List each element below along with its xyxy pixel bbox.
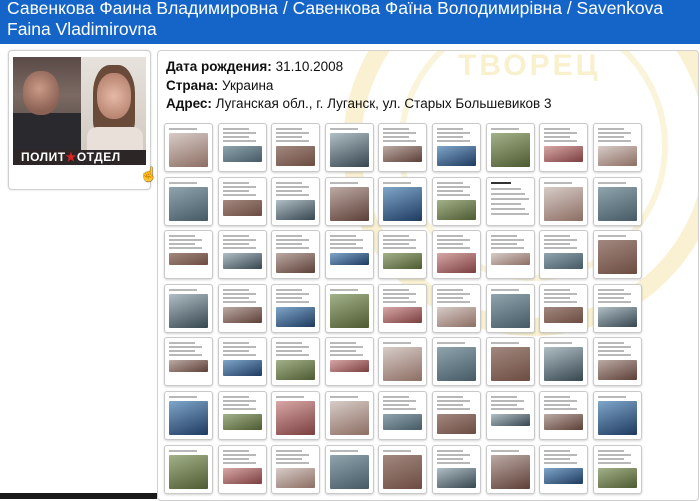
evidence-thumbnail[interactable] bbox=[164, 337, 213, 387]
birth-date-value: 31.10.2008 bbox=[275, 59, 344, 74]
photo-banner: ПОЛИТ★ОТДЕЛ bbox=[13, 150, 146, 165]
evidence-thumbnail[interactable] bbox=[164, 283, 213, 333]
evidence-thumbnail[interactable] bbox=[324, 123, 374, 172]
evidence-thumbnail[interactable] bbox=[271, 283, 321, 333]
evidence-thumbnail[interactable] bbox=[592, 283, 642, 333]
evidence-thumbnail[interactable] bbox=[271, 230, 321, 280]
address-label: Адрес: bbox=[166, 96, 212, 111]
evidence-thumbnail[interactable] bbox=[539, 176, 589, 226]
evidence-thumbnail[interactable] bbox=[378, 230, 428, 280]
evidence-thumbnail-grid bbox=[164, 123, 642, 494]
evidence-thumbnail[interactable] bbox=[164, 176, 213, 226]
evidence-thumbnail[interactable] bbox=[324, 390, 374, 440]
evidence-thumbnail[interactable] bbox=[324, 444, 374, 494]
evidence-thumbnail[interactable] bbox=[485, 283, 535, 333]
evidence-thumbnail[interactable] bbox=[431, 176, 481, 226]
evidence-thumbnail[interactable] bbox=[592, 390, 642, 440]
address-value: Луганская обл., г. Луганск, ул. Старых Б… bbox=[215, 96, 552, 111]
birth-date-row: Дата рождения: 31.10.2008 bbox=[166, 58, 551, 77]
photo-caption bbox=[14, 167, 145, 185]
profile-photo[interactable]: ПОЛИТ★ОТДЕЛ bbox=[13, 57, 146, 165]
evidence-thumbnail[interactable] bbox=[378, 390, 428, 440]
birth-date-label: Дата рождения: bbox=[166, 59, 272, 74]
page-title: Савенкова Фаина Владимировна / Савенкова… bbox=[7, 0, 664, 39]
evidence-thumbnail[interactable] bbox=[217, 390, 267, 440]
evidence-thumbnail[interactable] bbox=[592, 444, 642, 494]
evidence-thumbnail[interactable] bbox=[324, 337, 374, 387]
photo-banner-text: ПОЛИТ★ОТДЕЛ bbox=[21, 150, 121, 164]
evidence-thumbnail[interactable] bbox=[271, 123, 321, 172]
address-row: Адрес: Луганская обл., г. Луганск, ул. С… bbox=[166, 95, 551, 114]
evidence-thumbnail[interactable] bbox=[592, 230, 642, 280]
evidence-thumbnail[interactable] bbox=[431, 230, 481, 280]
country-row: Страна: Украина bbox=[166, 77, 551, 96]
evidence-thumbnail[interactable] bbox=[431, 390, 481, 440]
evidence-thumbnail[interactable] bbox=[378, 444, 428, 494]
evidence-thumbnail[interactable] bbox=[485, 444, 535, 494]
evidence-thumbnail[interactable] bbox=[485, 230, 535, 280]
evidence-thumbnail[interactable] bbox=[431, 283, 481, 333]
evidence-thumbnail[interactable] bbox=[539, 123, 589, 172]
scrollbar-strip bbox=[0, 493, 157, 499]
evidence-thumbnail[interactable] bbox=[378, 176, 428, 226]
profile-info: Дата рождения: 31.10.2008 Страна: Украин… bbox=[166, 58, 551, 114]
evidence-thumbnail[interactable] bbox=[164, 123, 213, 172]
page-header: Савенкова Фаина Владимировна / Савенкова… bbox=[0, 0, 700, 44]
evidence-thumbnail[interactable] bbox=[217, 337, 267, 387]
hand-cursor-icon: ☝ bbox=[140, 166, 158, 182]
evidence-thumbnail[interactable] bbox=[324, 176, 374, 226]
evidence-thumbnail[interactable] bbox=[324, 230, 374, 280]
evidence-thumbnail[interactable] bbox=[271, 390, 321, 440]
evidence-thumbnail[interactable] bbox=[539, 230, 589, 280]
evidence-thumbnail[interactable] bbox=[271, 176, 321, 226]
evidence-thumbnail[interactable] bbox=[592, 337, 642, 387]
country-label: Страна: bbox=[166, 77, 219, 93]
evidence-thumbnail[interactable] bbox=[485, 176, 535, 226]
evidence-thumbnail[interactable] bbox=[378, 337, 428, 387]
evidence-thumbnail[interactable] bbox=[485, 337, 535, 387]
evidence-thumbnail[interactable] bbox=[324, 283, 374, 333]
photo-right-person bbox=[81, 57, 146, 165]
evidence-thumbnail[interactable] bbox=[164, 444, 213, 494]
evidence-thumbnail[interactable] bbox=[592, 176, 642, 226]
evidence-thumbnail[interactable] bbox=[217, 444, 267, 494]
evidence-thumbnail[interactable] bbox=[217, 283, 267, 333]
evidence-thumbnail[interactable] bbox=[592, 123, 642, 172]
evidence-thumbnail[interactable] bbox=[539, 337, 589, 387]
evidence-thumbnail[interactable] bbox=[539, 283, 589, 333]
evidence-thumbnail[interactable] bbox=[271, 337, 321, 387]
evidence-thumbnail[interactable] bbox=[539, 444, 589, 494]
country-value: Украина bbox=[222, 77, 274, 93]
profile-photo-card[interactable]: ПОЛИТ★ОТДЕЛ ☝ bbox=[8, 50, 157, 190]
evidence-thumbnail[interactable] bbox=[431, 337, 481, 387]
photo-left-person bbox=[13, 57, 81, 165]
evidence-thumbnail[interactable] bbox=[431, 123, 481, 172]
evidence-thumbnail[interactable] bbox=[271, 444, 321, 494]
evidence-thumbnail[interactable] bbox=[164, 230, 213, 280]
profile-details-card: ТВОРЕЦ Дата рождения: 31.10.2008 Страна:… bbox=[157, 50, 699, 501]
evidence-thumbnail[interactable] bbox=[485, 390, 535, 440]
evidence-thumbnail[interactable] bbox=[217, 123, 267, 172]
evidence-thumbnail[interactable] bbox=[378, 123, 428, 172]
evidence-thumbnail[interactable] bbox=[164, 390, 213, 440]
evidence-thumbnail[interactable] bbox=[217, 176, 267, 226]
evidence-thumbnail[interactable] bbox=[431, 444, 481, 494]
evidence-thumbnail[interactable] bbox=[217, 230, 267, 280]
evidence-thumbnail[interactable] bbox=[539, 390, 589, 440]
evidence-thumbnail[interactable] bbox=[485, 123, 535, 172]
evidence-thumbnail[interactable] bbox=[378, 283, 428, 333]
